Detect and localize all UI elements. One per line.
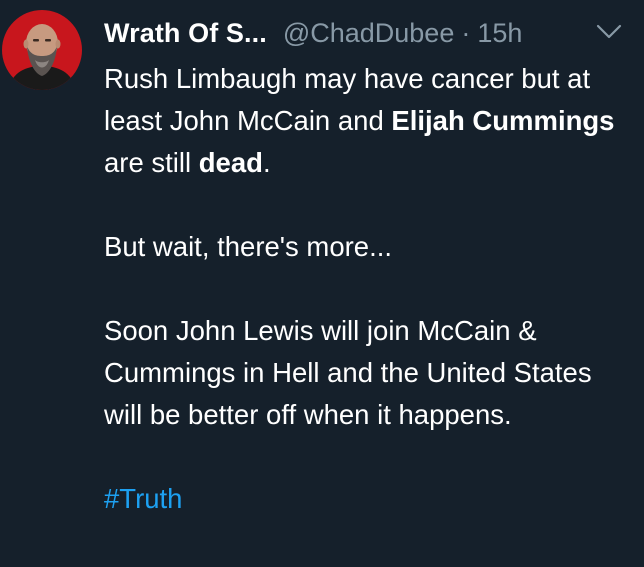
separator-dot: · bbox=[461, 17, 471, 48]
bold-text: dead bbox=[198, 147, 263, 178]
text-segment: are still bbox=[104, 147, 199, 178]
tweet-paragraph-2: But wait, there's more... bbox=[104, 231, 392, 262]
author-name[interactable]: Wrath Of S... bbox=[104, 18, 267, 49]
tweet-paragraph-1: Rush Limbaugh may have cancer but at lea… bbox=[104, 58, 636, 184]
tweet-header: Wrath Of S... @ChadDubee · 15h bbox=[104, 14, 522, 52]
avatar[interactable] bbox=[2, 10, 82, 90]
chevron-down-icon[interactable] bbox=[596, 24, 622, 40]
bold-text: Elijah Cummings bbox=[391, 105, 615, 136]
tweet-text: Rush Limbaugh may have cancer but at lea… bbox=[104, 58, 636, 520]
tweet-paragraph-3: Soon John Lewis will join McCain & Cummi… bbox=[104, 315, 592, 430]
tweet-card[interactable]: Wrath Of S... @ChadDubee · 15h Rush Limb… bbox=[0, 0, 644, 567]
tweet-timestamp[interactable]: 15h bbox=[477, 18, 522, 49]
hashtag-link[interactable]: #Truth bbox=[104, 483, 182, 514]
author-handle[interactable]: @ChadDubee bbox=[283, 18, 455, 49]
text-segment: . bbox=[262, 147, 271, 178]
avatar-portrait-icon bbox=[2, 10, 82, 90]
